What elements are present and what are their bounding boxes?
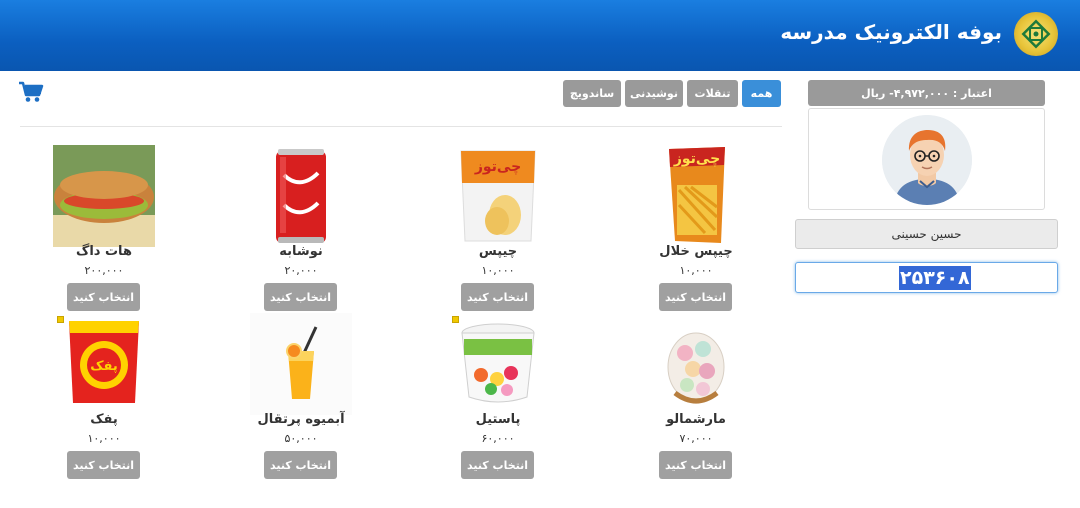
user-name: حسین حسینی bbox=[795, 219, 1058, 249]
app-title: بوفه الکترونیک مدرسه bbox=[780, 20, 1002, 44]
hotdog-sandwich-icon bbox=[53, 145, 155, 247]
select-product-button[interactable]: انتخاب کنید bbox=[67, 451, 140, 479]
soda-can-icon bbox=[250, 145, 352, 247]
product-price: ۷۰,۰۰۰ bbox=[679, 432, 713, 445]
product-name: پفک bbox=[90, 412, 118, 427]
chips-stick-icon: چی‌توز bbox=[645, 145, 747, 247]
divider bbox=[20, 126, 782, 127]
product-price: ۱۰,۰۰۰ bbox=[481, 264, 515, 277]
product-name: آبمیوه پرتقال bbox=[257, 412, 345, 427]
select-product-button[interactable]: انتخاب کنید bbox=[659, 451, 732, 479]
student-code-value: ۲۵۳۶۰۸ bbox=[899, 266, 971, 290]
orange-juice-icon bbox=[250, 313, 352, 415]
select-product-button[interactable]: انتخاب کنید bbox=[67, 283, 140, 311]
product-name: چیپس bbox=[478, 244, 518, 259]
svg-text:پفک: پفک bbox=[90, 359, 118, 374]
category-tabs: همه تنقلات نوشیدنی ساندویچ bbox=[563, 80, 781, 107]
school-emblem-icon bbox=[1014, 12, 1058, 56]
svg-text:چی‌توز: چی‌توز bbox=[673, 151, 720, 167]
product-price: ۲۰,۰۰۰ bbox=[284, 264, 318, 277]
student-code-input[interactable]: ۲۵۳۶۰۸ bbox=[795, 262, 1058, 293]
tab-drinks[interactable]: نوشیدنی bbox=[625, 80, 683, 107]
product-price: ۲۰۰,۰۰۰ bbox=[84, 264, 124, 277]
tab-snacks[interactable]: تنقلات bbox=[687, 80, 738, 107]
product-price: ۱۰,۰۰۰ bbox=[679, 264, 713, 277]
svg-text:چی‌توز: چی‌توز bbox=[474, 159, 521, 175]
product-name: هات داگ bbox=[76, 244, 132, 259]
select-product-button[interactable]: انتخاب کنید bbox=[659, 283, 732, 311]
product-name: پاستیل bbox=[475, 412, 521, 427]
select-product-button[interactable]: انتخاب کنید bbox=[264, 283, 337, 311]
avatar-card bbox=[808, 108, 1045, 210]
gummy-tub-icon bbox=[447, 313, 549, 415]
user-avatar-icon bbox=[882, 115, 972, 205]
marshmallow-basket-icon bbox=[645, 313, 747, 415]
credit-balance: اعتبار : ۴,۹۷۲,۰۰۰- ریال bbox=[808, 80, 1045, 106]
product-price: ۵۰,۰۰۰ bbox=[284, 432, 318, 445]
product-price: ۱۰,۰۰۰ bbox=[87, 432, 121, 445]
select-product-button[interactable]: انتخاب کنید bbox=[461, 283, 534, 311]
app-header: بوفه الکترونیک مدرسه bbox=[0, 0, 1080, 71]
chips-bag-icon: چی‌توز bbox=[447, 145, 549, 247]
cart-icon[interactable] bbox=[18, 81, 44, 103]
tab-sandwich[interactable]: ساندویچ bbox=[563, 80, 621, 107]
select-product-button[interactable]: انتخاب کنید bbox=[264, 451, 337, 479]
product-name: نوشابه bbox=[279, 244, 323, 259]
product-price: ۶۰,۰۰۰ bbox=[481, 432, 515, 445]
product-name: مارشمالو bbox=[666, 412, 726, 427]
product-name: چیپس خلال bbox=[659, 244, 733, 259]
tab-all[interactable]: همه bbox=[742, 80, 781, 107]
select-product-button[interactable]: انتخاب کنید bbox=[461, 451, 534, 479]
puffs-bag-icon: پفک bbox=[53, 313, 155, 415]
